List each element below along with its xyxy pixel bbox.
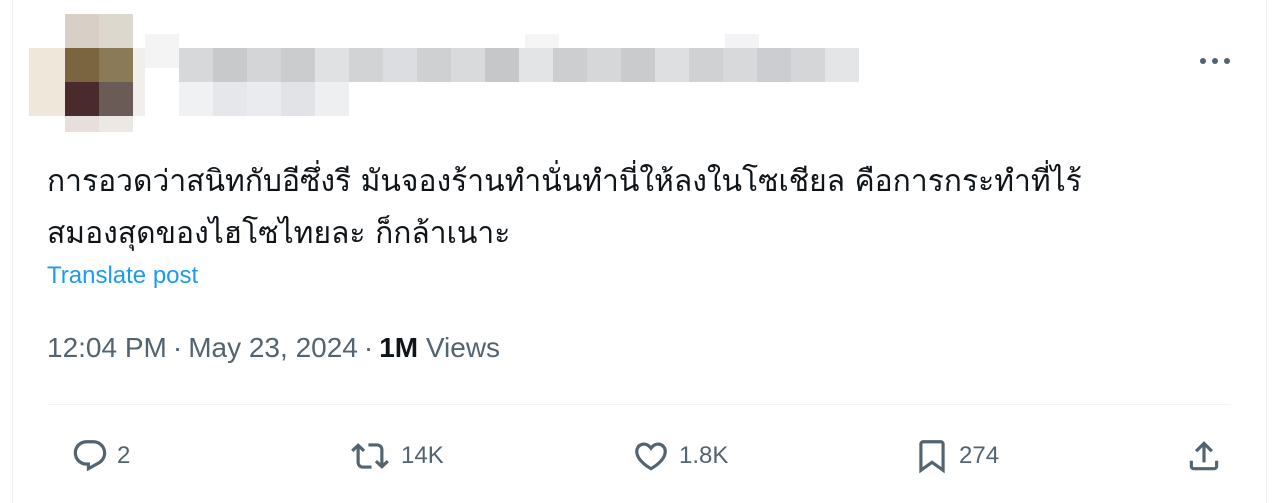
- separator-dot: ·: [172, 332, 183, 363]
- reply-button[interactable]: 2: [71, 428, 130, 484]
- repost-arrows-icon: [351, 443, 389, 469]
- like-count: 1.8K: [679, 442, 729, 469]
- like-button[interactable]: 1.8K: [631, 428, 728, 484]
- tweet-text-line: สมองสุดของไฮโซไทยละ ก็กล้าเนาะ: [47, 216, 511, 251]
- divider: [47, 404, 1231, 405]
- share-upload-icon: [1189, 441, 1219, 471]
- tweet-card: การอวดว่าสนิทกับอีซึ่งรี มันจองร้านทำนั่…: [12, 0, 1267, 503]
- action-bar: 2 14K 1.8K 274: [47, 428, 1231, 484]
- more-options-button[interactable]: [1195, 46, 1235, 76]
- translate-post-link[interactable]: Translate post: [47, 262, 198, 290]
- repost-button[interactable]: 14K: [347, 428, 444, 484]
- tweet-time[interactable]: 12:04 PM: [47, 332, 167, 363]
- reply-count: 2: [117, 442, 131, 469]
- tweet-meta: 12:04 PM · May 23, 2024 · 1M Views: [47, 332, 500, 364]
- bookmark-icon: [919, 440, 945, 474]
- tweet-date[interactable]: May 23, 2024: [188, 332, 358, 363]
- tweet-text: การอวดว่าสนิทกับอีซึ่งรี มันจองร้านทำนั่…: [47, 156, 1227, 260]
- more-horizontal-icon: [1200, 58, 1230, 64]
- bookmark-count: 274: [959, 442, 1000, 469]
- views-label: Views: [425, 332, 501, 363]
- avatar[interactable]: [29, 14, 145, 134]
- repost-count: 14K: [401, 442, 444, 469]
- separator-dot: ·: [363, 332, 374, 363]
- author-name-redacted[interactable]: [145, 14, 865, 134]
- heart-icon: [635, 442, 667, 471]
- views-count: 1M: [379, 332, 419, 363]
- tweet-header: [29, 14, 1239, 134]
- reply-bubble-icon: [73, 440, 107, 472]
- share-button[interactable]: [1185, 428, 1223, 484]
- tweet-text-line: การอวดว่าสนิทกับอีซึ่งรี มันจองร้านทำนั่…: [47, 164, 1082, 199]
- bookmark-button[interactable]: 274: [913, 428, 999, 484]
